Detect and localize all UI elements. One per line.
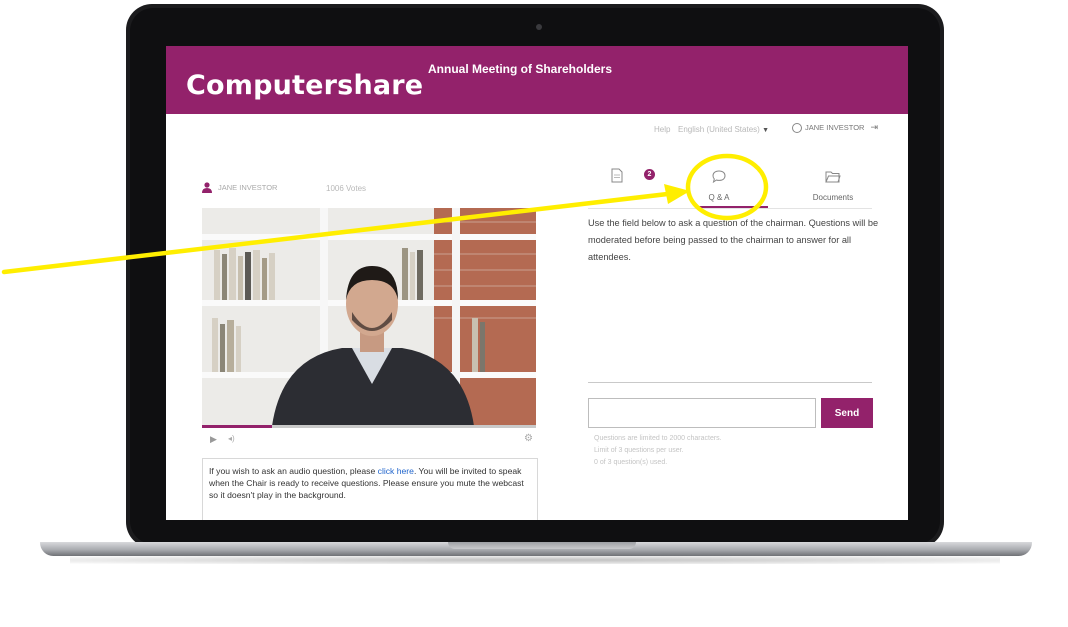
webcam [536, 24, 542, 30]
agenda-badge: 2 [644, 169, 655, 180]
question-used-count: 0 of 3 question(s) used. [594, 459, 668, 466]
play-icon[interactable]: ▶ [210, 434, 217, 445]
volume-icon[interactable]: ◂) [228, 434, 235, 443]
speaker-video-frame [202, 208, 536, 426]
tab-documents[interactable]: Documents [792, 166, 874, 204]
gear-icon[interactable]: ⚙ [524, 433, 533, 444]
computershare-logo: Computershare [186, 70, 424, 101]
tab-qa[interactable]: Q & A [678, 166, 760, 204]
tab-documents-label: Documents [812, 193, 854, 202]
audio-notice-text: If you wish to ask an audio question, pl… [209, 466, 378, 476]
user-name-top: JANE INVESTOR [805, 123, 865, 132]
webcast-video[interactable] [202, 208, 536, 426]
logout-icon[interactable]: ⇥ [870, 122, 878, 133]
qa-instructions: Use the field below to ask a question of… [588, 218, 879, 262]
help-link[interactable]: Help [654, 125, 670, 134]
audio-question-notice: If you wish to ask an audio question, pl… [202, 458, 538, 520]
audio-question-link[interactable]: click here [378, 466, 414, 476]
language-label: English (United States) [678, 125, 760, 134]
event-title: Annual Meeting of Shareholders [428, 62, 613, 76]
question-user-limit: Limit of 3 questions per user. [594, 447, 684, 454]
video-controls: ▶ ◂) ⚙ [202, 430, 536, 452]
tab-qa-label: Q & A [708, 193, 730, 202]
qa-divider [588, 382, 872, 383]
active-tab-indicator [696, 206, 768, 208]
laptop-shadow [70, 556, 1000, 564]
meeting-screen: Computershare Annual Meeting of Sharehol… [166, 46, 908, 520]
question-input[interactable] [588, 398, 816, 428]
person-icon [202, 182, 212, 193]
viewer-user-name: JANE INVESTOR [218, 183, 278, 192]
send-button[interactable]: Send [821, 398, 873, 428]
user-menu[interactable]: JANE INVESTOR ⇥ [792, 122, 878, 133]
question-char-limit: Questions are limited to 2000 characters… [594, 435, 722, 442]
user-circle-icon [792, 122, 802, 133]
chevron-down-icon: ▼ [762, 127, 769, 134]
votes-count: 1006 Votes [326, 184, 367, 193]
tab-bar-rule [588, 208, 872, 209]
viewer-user: JANE INVESTOR [202, 182, 277, 193]
folder-icon [825, 171, 841, 183]
laptop-notch [448, 542, 636, 549]
language-select[interactable]: English (United States) ▼ [678, 125, 769, 134]
speech-bubble-icon [712, 170, 726, 183]
document-icon [611, 168, 623, 183]
video-progress-fill [202, 425, 272, 428]
